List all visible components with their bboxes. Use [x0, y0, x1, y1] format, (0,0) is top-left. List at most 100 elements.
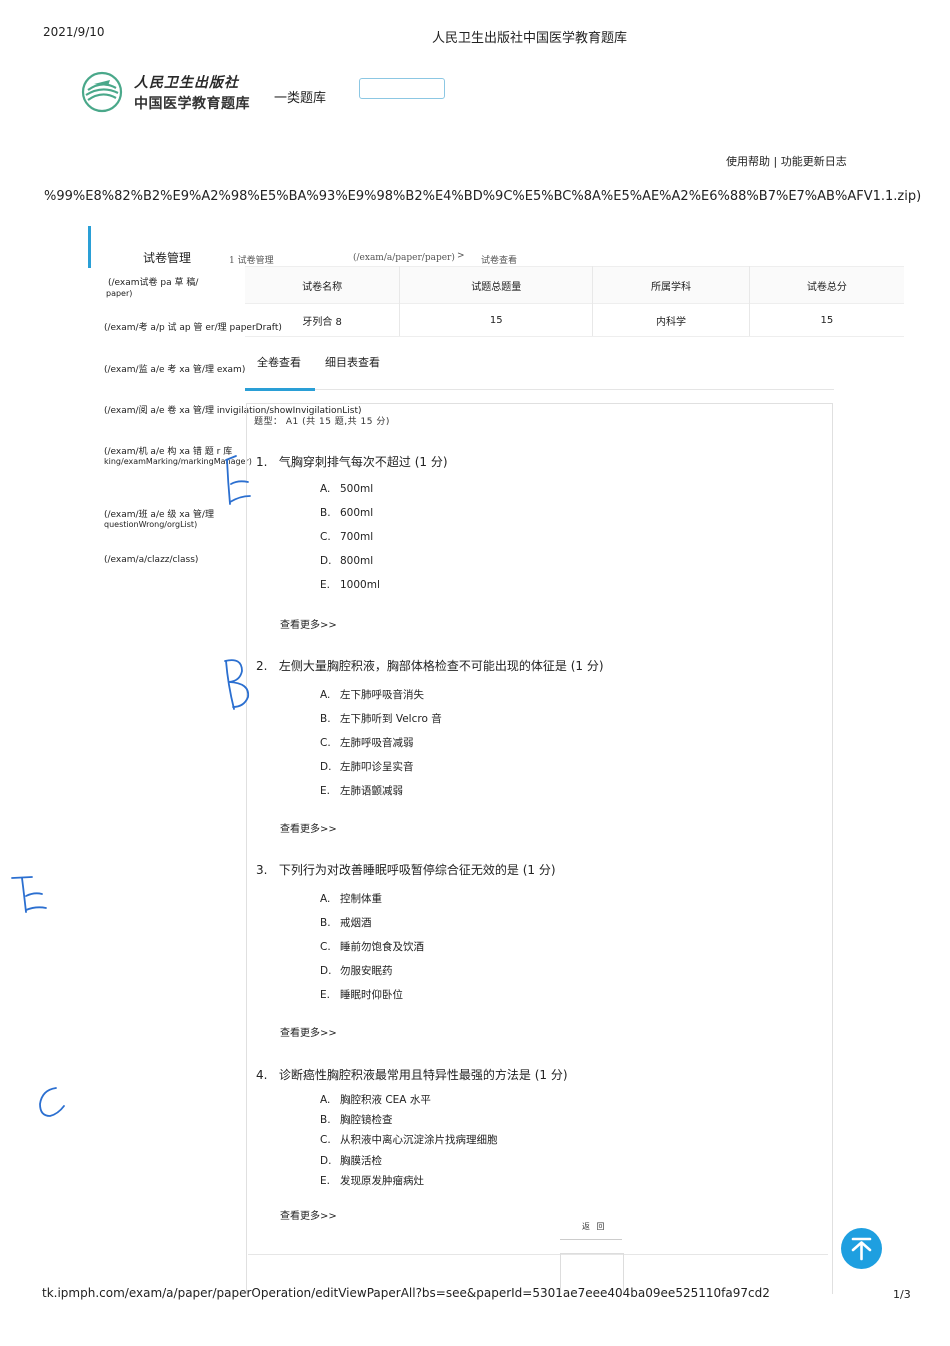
option-e[interactable]: E. 左肺语颤减弱	[320, 783, 403, 798]
breadcrumb-separator: >	[457, 251, 465, 261]
question-number: 2.	[256, 659, 268, 673]
view-more-link[interactable]: 查看更多>>	[280, 616, 337, 631]
option-letter: E.	[320, 579, 330, 591]
stats-value-subject: 内科学	[592, 303, 750, 337]
stats-value-count: 15	[399, 303, 594, 337]
print-footer-url: tk.ipmph.com/exam/a/paper/paperOperation…	[42, 1286, 770, 1300]
option-letter: B.	[320, 507, 331, 519]
option-letter: E.	[320, 1175, 330, 1187]
option-letter: D.	[320, 555, 332, 567]
stats-header-subject: 所属学科	[592, 266, 750, 304]
handwritten-mark-e-2	[11, 876, 47, 913]
option-letter: C.	[320, 1134, 331, 1146]
print-title: 人民卫生出版社中国医学教育题库	[432, 31, 628, 46]
stats-header-count: 试题总题量	[399, 266, 594, 304]
option-b[interactable]: B. 胸腔镜检查	[320, 1112, 393, 1127]
option-e[interactable]: E. 睡眠时仰卧位	[320, 987, 403, 1002]
sidebar-item-paper-cont[interactable]: paper)	[106, 288, 132, 299]
view-more-link[interactable]: 查看更多>>	[280, 1207, 337, 1222]
handwritten-mark-e-1	[225, 455, 251, 505]
option-text: 左肺呼吸音减弱	[340, 737, 414, 749]
option-e[interactable]: E. 1000ml	[320, 579, 380, 591]
option-letter: E.	[320, 989, 330, 1001]
option-c[interactable]: C. 睡前勿饱食及饮酒	[320, 939, 424, 954]
breadcrumb-item-paper[interactable]: 1 试卷管理	[229, 253, 274, 266]
header-empty-button[interactable]	[359, 78, 445, 99]
option-c[interactable]: C. 左肺呼吸音减弱	[320, 735, 414, 750]
category-label: 一类题库	[274, 91, 327, 106]
option-letter: B.	[320, 1114, 331, 1126]
view-more-link[interactable]: 查看更多>>	[280, 820, 337, 835]
breadcrumb-link-text[interactable]: (/exam/a/paper/paper)	[353, 253, 455, 263]
sidebar-item-exam[interactable]: (/exam/监 a/e 考 xa 管/理 exam)	[104, 365, 245, 376]
option-text: 发现原发肿瘤病灶	[340, 1175, 424, 1187]
option-letter: D.	[320, 1155, 332, 1167]
option-text: 勿服安眠药	[340, 965, 393, 977]
url-fragment-text: %99%E8%82%B2%E9%A2%98%E5%BA%93%E9%98%B2%…	[44, 189, 922, 204]
back-to-top-button[interactable]	[841, 1228, 882, 1269]
option-letter: C.	[320, 531, 331, 543]
option-text: 500ml	[340, 483, 374, 495]
option-text: 胸腔积液 CEA 水平	[340, 1094, 431, 1106]
option-letter: B.	[320, 917, 331, 929]
stats-header-name: 试卷名称	[245, 266, 401, 304]
sidebar-title[interactable]: 试卷管理	[143, 249, 191, 266]
option-letter: A.	[320, 483, 331, 495]
question-number: 3.	[256, 863, 268, 877]
question-number: 4.	[256, 1068, 268, 1082]
return-button[interactable]: 返 回	[582, 1221, 607, 1232]
option-d[interactable]: D. 勿服安眠药	[320, 963, 393, 978]
question-text: 气胸穿刺排气每次不超过 (1 分)	[278, 455, 448, 469]
view-more-link[interactable]: 查看更多>>	[280, 1024, 337, 1039]
option-a[interactable]: A. 胸腔积液 CEA 水平	[320, 1092, 431, 1107]
breadcrumb-current: 试卷查看	[481, 256, 518, 266]
paper-stats-table: 试卷名称 试题总题量 所属学科 试卷总分 牙列合 8 15 内科学 15	[245, 266, 904, 337]
option-letter: C.	[320, 941, 331, 953]
option-d[interactable]: D. 800ml	[320, 555, 373, 567]
stats-value-score: 15	[749, 303, 904, 337]
print-page-number: 1/3	[893, 1288, 911, 1301]
option-text: 戒烟酒	[340, 917, 372, 929]
option-letter: B.	[320, 713, 331, 725]
sidebar-item-wrong-cont[interactable]: questionWrong/orgList)	[104, 519, 197, 530]
sidebar-active-indicator	[88, 226, 91, 268]
logo-site-name: 中国医学教育题库	[134, 96, 250, 112]
option-a[interactable]: A. 控制体重	[320, 891, 382, 906]
option-letter: C.	[320, 737, 331, 749]
option-text: 睡眠时仰卧位	[340, 989, 403, 1001]
question-text: 下列行为对改善睡眠呼吸暂停综合征无效的是 (1 分)	[278, 863, 556, 877]
option-d[interactable]: D. 胸膜活检	[320, 1153, 382, 1168]
option-text: 胸腔镜检查	[340, 1114, 393, 1126]
option-text: 胸膜活检	[340, 1155, 382, 1167]
option-letter: A.	[320, 893, 331, 905]
option-letter: D.	[320, 965, 332, 977]
option-c[interactable]: C. 从积液中离心沉淀涂片找病理细胞	[320, 1132, 498, 1147]
option-d[interactable]: D. 左肺叩诊呈实音	[320, 759, 414, 774]
option-text: 睡前勿饱食及饮酒	[340, 941, 424, 953]
question-type-label: 题型： A1 (共 15 题,共 15 分)	[254, 417, 390, 427]
tab-full-view[interactable]: 全卷查看	[257, 354, 301, 370]
tab-divider	[245, 389, 834, 390]
option-b[interactable]: B. 戒烟酒	[320, 915, 372, 930]
tab-detail-view[interactable]: 细目表查看	[325, 354, 380, 370]
option-text: 左肺叩诊呈实音	[340, 761, 414, 773]
option-b[interactable]: B. 左下肺听到 Velcro 音	[320, 711, 442, 726]
option-c[interactable]: C. 700ml	[320, 531, 373, 543]
question-text: 左侧大量胸腔积液，胸部体格检查不可能出现的体征是 (1 分)	[278, 659, 604, 673]
option-b[interactable]: B. 600ml	[320, 507, 373, 519]
option-text: 700ml	[340, 531, 374, 543]
option-e[interactable]: E. 发现原发肿瘤病灶	[320, 1173, 424, 1188]
logo-publisher-name: 人民卫生出版社	[134, 75, 239, 91]
tab-active-indicator	[245, 388, 315, 391]
option-a[interactable]: A. 左下肺呼吸音消失	[320, 687, 424, 702]
arrow-up-to-top-icon	[851, 1237, 872, 1261]
sidebar-item-class[interactable]: (/exam/a/clazz/class)	[104, 555, 198, 566]
option-a[interactable]: A. 500ml	[320, 483, 373, 495]
return-divider	[560, 1239, 622, 1240]
help-links[interactable]: 使用帮助 | 功能更新日志	[726, 153, 847, 169]
option-text: 左下肺听到 Velcro 音	[340, 713, 442, 725]
panel-bottom-divider	[248, 1254, 828, 1255]
question-stem: 2. 左侧大量胸腔积液，胸部体格检查不可能出现的体征是 (1 分)	[256, 657, 604, 674]
handwritten-mark-b	[224, 659, 250, 710]
option-letter: E.	[320, 785, 330, 797]
